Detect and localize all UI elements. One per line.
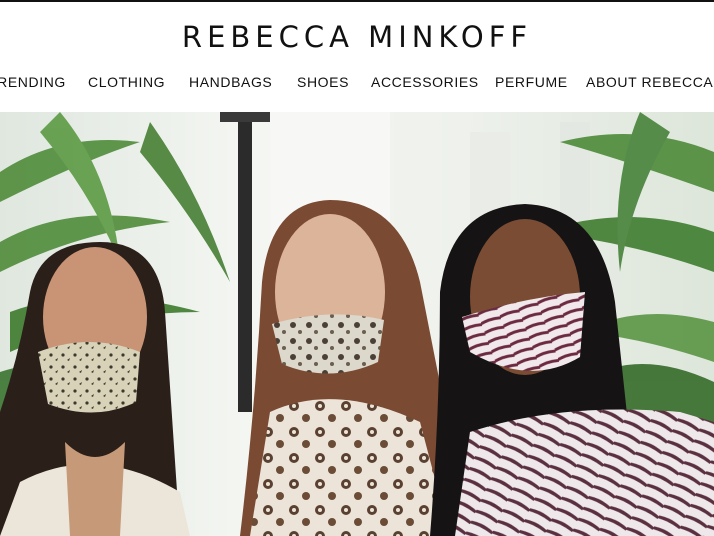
nav-item-clothing[interactable]: CLOTHING [88,74,165,90]
nav-item-perfume[interactable]: PERFUME [495,74,568,90]
nav-item-shoes[interactable]: SHOES [297,74,349,90]
hero-image [0,112,714,536]
hero-banner[interactable] [0,112,714,536]
nav-item-accessories[interactable]: ACCESSORIES [371,74,479,90]
main-navigation: TRENDING CLOTHING HANDBAGS SHOES ACCESSO… [0,74,714,94]
nav-item-trending[interactable]: TRENDING [0,74,66,90]
brand-logo[interactable]: REBECCA MINKOFF [0,20,714,54]
nav-item-handbags[interactable]: HANDBAGS [189,74,272,90]
nav-item-about-rebecca[interactable]: ABOUT REBECCA [586,74,713,90]
site-header: REBECCA MINKOFF TRENDING CLOTHING HANDBA… [0,2,714,112]
